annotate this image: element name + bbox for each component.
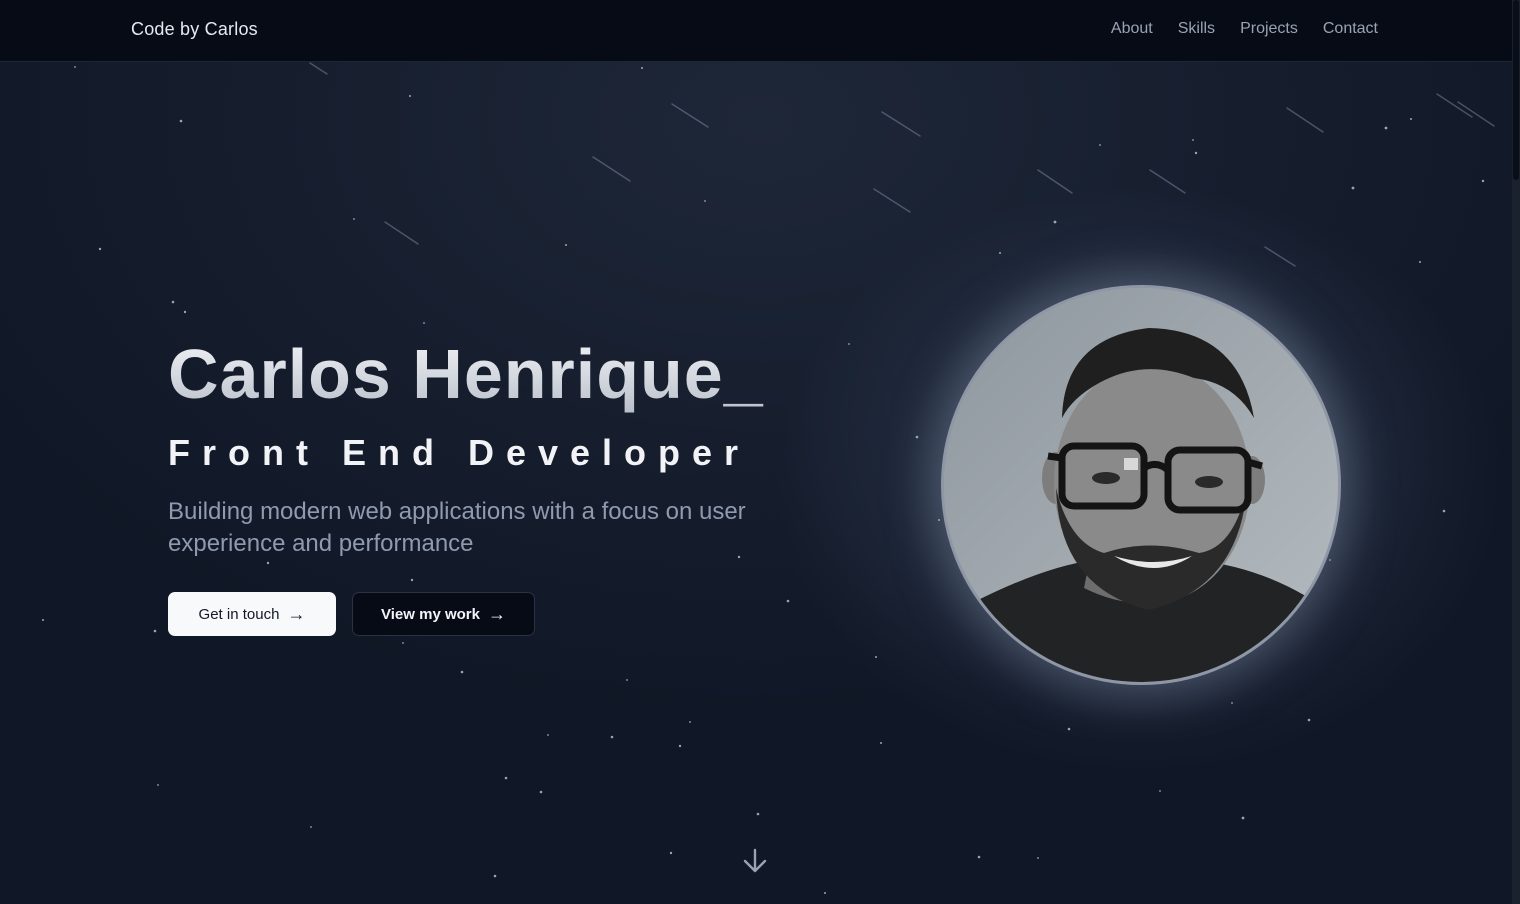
- nav-link-about[interactable]: About: [1111, 20, 1153, 38]
- profile-photo: [944, 288, 1338, 682]
- nav-link-skills[interactable]: Skills: [1178, 20, 1215, 38]
- view-my-work-label: View my work: [381, 605, 480, 623]
- hero-role: Front End Developer: [168, 432, 751, 473]
- view-my-work-button[interactable]: View my work →: [352, 592, 535, 636]
- hero-description: Building modern web applications with a …: [168, 498, 746, 557]
- nav-link-projects[interactable]: Projects: [1240, 20, 1298, 38]
- nav-links: About Skills Projects Contact: [1111, 20, 1378, 38]
- profile-avatar: [941, 285, 1341, 685]
- scrollbar-thumb[interactable]: [1513, 0, 1519, 180]
- arrow-right-icon: →: [487, 604, 506, 624]
- top-navbar: Code by Carlos About Skills Projects Con…: [0, 0, 1512, 62]
- get-in-touch-button[interactable]: Get in touch →: [168, 592, 336, 636]
- page: Code by Carlos About Skills Projects Con…: [0, 0, 1520, 904]
- arrow-down-icon[interactable]: [741, 846, 769, 876]
- nav-link-contact[interactable]: Contact: [1323, 20, 1378, 38]
- get-in-touch-label: Get in touch: [198, 605, 280, 623]
- arrow-right-icon: →: [287, 604, 306, 624]
- brand-logo[interactable]: Code by Carlos: [131, 19, 258, 40]
- hero-name: Carlos Henrique_: [168, 335, 764, 413]
- page-scrollbar[interactable]: [1512, 0, 1520, 904]
